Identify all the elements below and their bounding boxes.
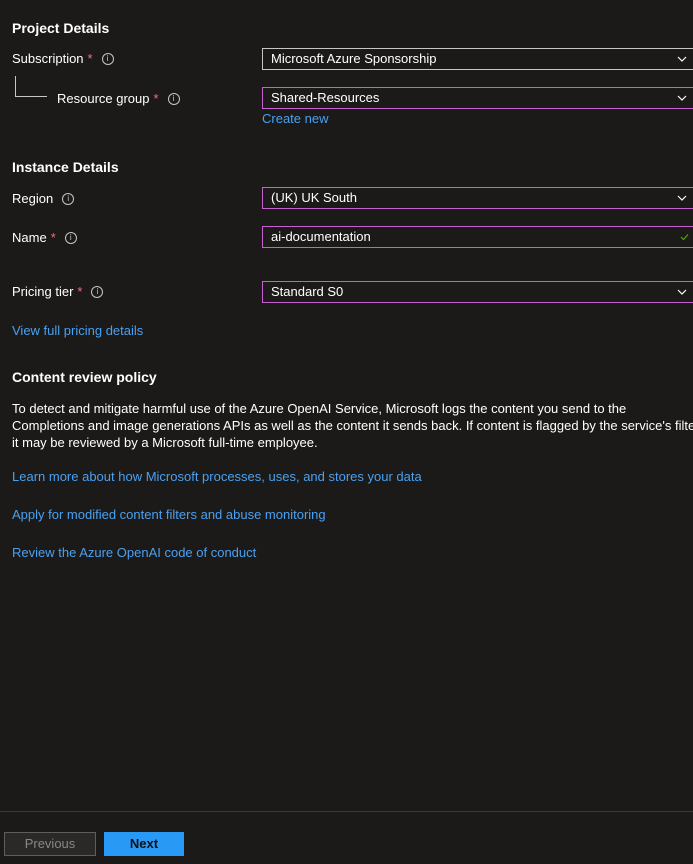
subscription-dropdown[interactable]: Microsoft Azure Sponsorship — [262, 48, 693, 70]
pricing-tier-dropdown[interactable]: Standard S0 — [262, 281, 693, 303]
project-details-heading: Project Details — [12, 20, 110, 36]
region-dropdown[interactable]: (UK) UK South — [262, 187, 693, 209]
required-marker: * — [153, 91, 159, 106]
create-new-link[interactable]: Create new — [262, 110, 328, 128]
required-marker: * — [50, 230, 56, 245]
name-label-text: Name — [12, 230, 47, 245]
pricing-tier-value: Standard S0 — [271, 284, 344, 299]
learn-more-data-link[interactable]: Learn more about how Microsoft processes… — [12, 468, 422, 486]
subscription-value: Microsoft Azure Sponsorship — [271, 51, 437, 66]
pricing-tier-label-text: Pricing tier — [12, 284, 74, 299]
chevron-down-icon — [677, 95, 687, 101]
region-label: Region i — [12, 190, 75, 208]
resource-group-label: Resource group * i — [57, 90, 180, 108]
create-openai-form: Project Details Subscription * i Microso… — [0, 0, 693, 864]
chevron-down-icon — [677, 56, 687, 62]
region-value: (UK) UK South — [271, 190, 357, 205]
next-button[interactable]: Next — [104, 832, 184, 856]
policy-text-line: it may be reviewed by a Microsoft full-t… — [12, 435, 318, 450]
region-label-text: Region — [12, 191, 54, 206]
policy-text-line: To detect and mitigate harmful use of th… — [12, 401, 627, 416]
info-icon[interactable]: i — [167, 93, 180, 105]
chevron-down-icon — [677, 195, 687, 201]
policy-text-line: Completions and image generations APIs a… — [12, 418, 693, 433]
resource-group-dropdown[interactable]: Shared-Resources — [262, 87, 693, 109]
view-pricing-link[interactable]: View full pricing details — [12, 322, 143, 340]
info-icon[interactable]: i — [64, 232, 77, 244]
footer-divider — [0, 811, 693, 812]
chevron-down-icon — [677, 289, 687, 295]
subscription-label-text: Subscription — [12, 51, 84, 66]
subscription-label: Subscription * i — [12, 50, 114, 68]
content-review-heading: Content review policy — [12, 369, 157, 385]
required-marker: * — [87, 51, 93, 66]
resource-group-label-text: Resource group — [57, 91, 150, 106]
instance-details-heading: Instance Details — [12, 159, 119, 175]
tree-connector-horizontal — [15, 96, 47, 97]
apply-content-filters-link[interactable]: Apply for modified content filters and a… — [12, 506, 326, 524]
tree-connector-vertical — [15, 76, 16, 96]
checkmark-icon — [680, 234, 689, 241]
name-label: Name * i — [12, 229, 77, 247]
required-marker: * — [77, 284, 83, 299]
pricing-tier-label: Pricing tier * i — [12, 283, 104, 301]
code-of-conduct-link[interactable]: Review the Azure OpenAI code of conduct — [12, 544, 256, 562]
previous-button[interactable]: Previous — [4, 832, 96, 856]
name-input[interactable]: ai-documentation — [262, 226, 693, 248]
name-value: ai-documentation — [271, 229, 371, 244]
resource-group-value: Shared-Resources — [271, 90, 380, 105]
info-icon[interactable]: i — [101, 53, 114, 65]
info-icon[interactable]: i — [91, 286, 104, 298]
info-icon[interactable]: i — [62, 193, 75, 205]
